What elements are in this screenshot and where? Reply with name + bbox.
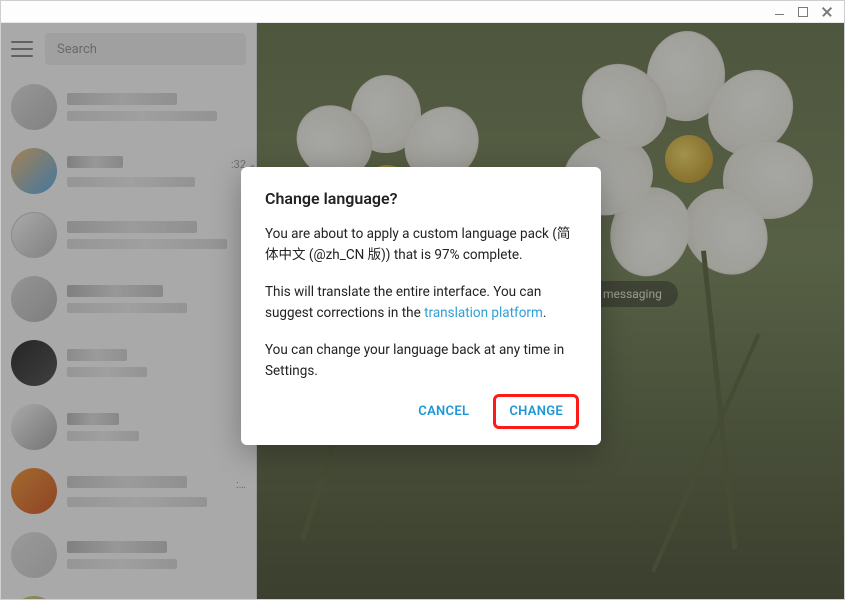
app-window: :32 bbox=[0, 0, 845, 600]
window-minimize-button[interactable] bbox=[772, 5, 786, 19]
titlebar bbox=[1, 1, 844, 23]
window-maximize-button[interactable] bbox=[796, 5, 810, 19]
dialog-text-fragment: ) that is 97% complete. bbox=[386, 247, 523, 263]
dialog-text-fragment: You are about to apply a custom language… bbox=[265, 226, 557, 242]
dialog-text-1: You are about to apply a custom language… bbox=[265, 224, 577, 266]
cancel-button[interactable]: CANCEL bbox=[404, 396, 483, 427]
dialog-text-2: This will translate the entire interface… bbox=[265, 282, 577, 324]
change-button[interactable]: CHANGE bbox=[495, 396, 577, 427]
dialog-text-3: You can change your language back at any… bbox=[265, 340, 577, 382]
dialog-text-fragment: . bbox=[543, 305, 547, 321]
change-language-dialog: Change language? You are about to apply … bbox=[241, 167, 601, 445]
window-close-button[interactable] bbox=[820, 5, 834, 19]
translation-platform-link[interactable]: translation platform bbox=[424, 305, 543, 321]
dialog-title: Change language? bbox=[265, 189, 577, 208]
dialog-actions: CANCEL CHANGE bbox=[265, 396, 577, 427]
